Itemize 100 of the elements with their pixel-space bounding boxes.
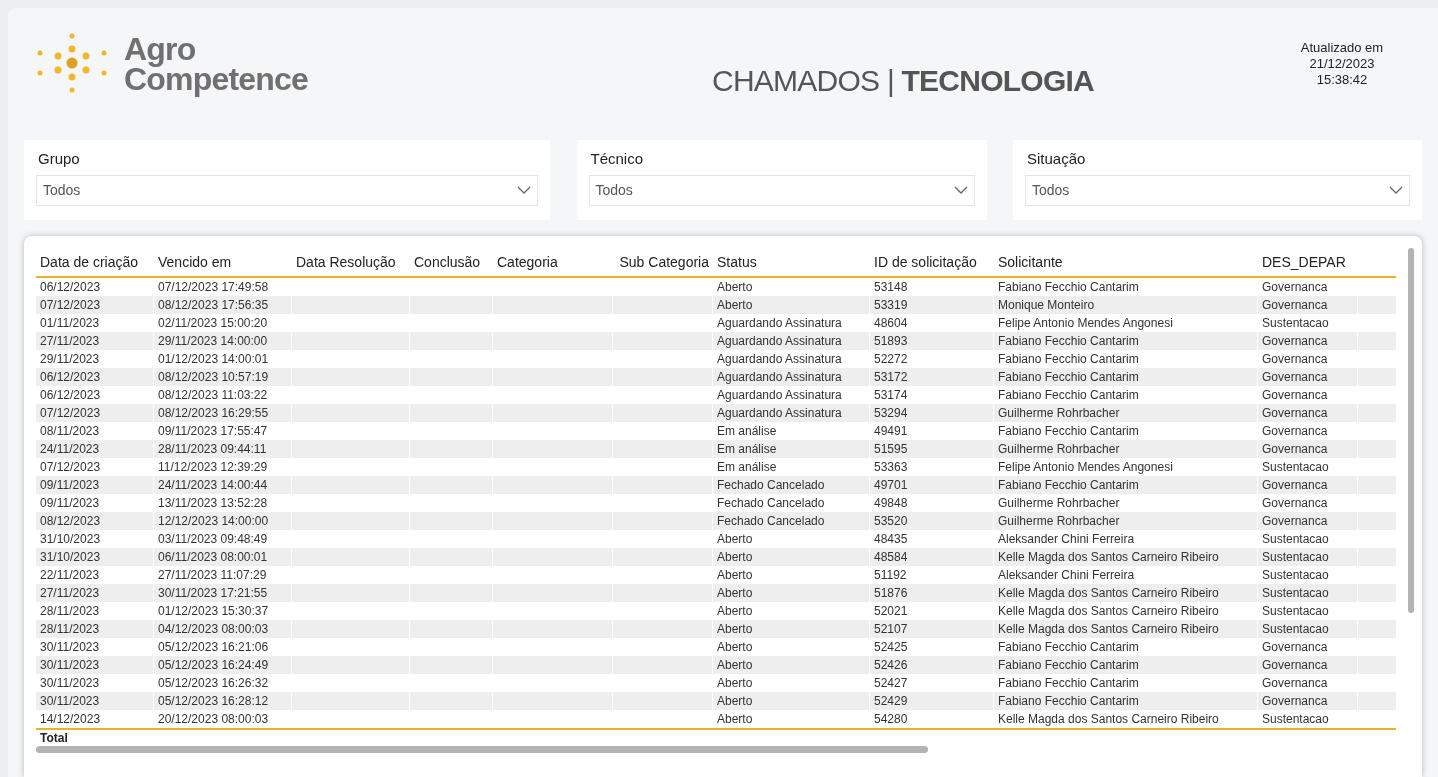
report-title: CHAMADOS | TECNOLOGIA: [711, 63, 1095, 99]
table-cell-text: Aguardando Assinatura: [717, 369, 842, 386]
table-cell-text: Aberto: [717, 657, 753, 674]
table-cell-text: 14/12/2023: [40, 711, 101, 728]
table-cell-text: 07/12/2023 17:49:58: [158, 279, 269, 296]
table-cell-text: Sustentacao: [1262, 315, 1329, 332]
table-cell-text: Fabiano Fecchio Cantarim: [998, 423, 1139, 440]
table-cell-text: 12/12/2023 14:00:00: [158, 513, 269, 530]
table-cell-text: 06/12/2023: [40, 279, 101, 296]
table-cell-text: 30/11/2023: [40, 675, 100, 692]
updated-date: 21/12/2023: [1309, 56, 1375, 72]
table-cell-text: Felipe Antonio Mendes Angonesi: [998, 459, 1173, 476]
column-header[interactable]: ID de solicitação: [870, 251, 994, 273]
table-cell-text: Sustentacao: [1262, 531, 1329, 548]
table-cell-text: 05/12/2023 16:21:06: [158, 639, 269, 656]
table-cell-text: 53294: [874, 405, 908, 422]
table-cell-text: 52429: [874, 693, 908, 710]
table-cell-text: 08/12/2023: [40, 513, 101, 530]
column-header[interactable]: Data Resolução: [292, 251, 410, 273]
table-cell-text: Fabiano Fecchio Cantarim: [998, 279, 1139, 296]
column-header[interactable]: Data de criação: [36, 251, 154, 273]
table-cell-text: Aberto: [717, 567, 753, 584]
table-cell-text: Sustentacao: [1262, 567, 1329, 584]
table-cell-text: 27/11/2023: [40, 585, 100, 602]
table-cell-text: 53148: [874, 279, 908, 296]
table-cell-text: Governanca: [1262, 333, 1328, 350]
column-header[interactable]: Vencido em: [154, 251, 292, 273]
filter-dropdown[interactable]: Todos: [588, 174, 975, 206]
table-cell-text: 48604: [874, 315, 908, 332]
table-cell-text: Sustentacao: [1262, 585, 1329, 602]
table-cell-text: 24/11/2023: [40, 441, 100, 458]
table-cell-text: 27/11/2023: [40, 333, 100, 350]
table-cell-text: 29/11/2023 14:00:00: [158, 333, 268, 350]
filter-label: Grupo: [37, 149, 81, 169]
column-header[interactable]: DES_DEPAR: [1258, 251, 1358, 273]
table-cell-text: Aguardando Assinatura: [717, 333, 842, 350]
filter-dropdown[interactable]: Todos: [36, 174, 538, 206]
table-cell-text: Fabiano Fecchio Cantarim: [998, 387, 1139, 404]
total-label: Total: [40, 730, 68, 747]
table-cell-text: 07/12/2023: [40, 459, 101, 476]
table-cell-text: Fabiano Fecchio Cantarim: [998, 693, 1139, 710]
table-cell-text: Governanca: [1262, 693, 1328, 710]
table-cell-text: 09/11/2023 17:55:47: [158, 423, 268, 440]
column-header[interactable]: Categoria: [493, 251, 613, 273]
table-cell-text: Fabiano Fecchio Cantarim: [998, 675, 1139, 692]
table-cell-text: Governanca: [1262, 369, 1328, 386]
table-cell-text: 53319: [874, 297, 908, 314]
column-header[interactable]: Sub Categoria: [613, 251, 713, 273]
table-cell-text: Felipe Antonio Mendes Angonesi: [998, 315, 1173, 332]
table-cell-text: 11/12/2023 12:39:29: [158, 459, 268, 476]
table-cell-text: 08/12/2023 10:57:19: [158, 369, 269, 386]
table-cell-text: 52426: [874, 657, 908, 674]
table-cell-text: Governanca: [1262, 279, 1328, 296]
table-cell-text: 09/11/2023: [40, 495, 100, 512]
vertical-scrollbar[interactable]: [1408, 248, 1414, 613]
table-cell-text: 49848: [874, 495, 908, 512]
table-cell-text: 01/12/2023 14:00:01: [158, 351, 269, 368]
table-cell-text: Aguardando Assinatura: [717, 351, 842, 368]
table-cell-text: Monique Monteiro: [998, 297, 1095, 314]
table-cell-text: 20/12/2023 08:00:03: [158, 711, 269, 728]
table-cell-text: 08/12/2023 16:29:55: [158, 405, 269, 422]
table-cell-text: Governanca: [1262, 657, 1328, 674]
filter-dropdown[interactable]: Todos: [1025, 174, 1410, 206]
table-cell-text: Guilherme Rohrbacher: [998, 513, 1120, 530]
table-cell-text: 52021: [874, 603, 908, 620]
table-cell-text: 31/10/2023: [40, 531, 101, 548]
column-header[interactable]: Conclusão: [410, 251, 493, 273]
table-cell-text: 51192: [874, 567, 907, 584]
table-cell-text: 01/11/2023: [40, 315, 100, 332]
table-cell-text: Governanca: [1262, 495, 1328, 512]
table-cell-text: 07/12/2023: [40, 297, 101, 314]
table-cell-text: Governanca: [1262, 387, 1328, 404]
table-cell-text: Fechado Cancelado: [717, 513, 825, 530]
table-cell-text: 28/11/2023: [40, 603, 100, 620]
chevron-down-icon: [953, 186, 968, 194]
column-header[interactable]: Solicitante: [994, 251, 1258, 273]
table-cell-text: Aberto: [717, 549, 753, 566]
table-cell-text: Kelle Magda dos Santos Carneiro Ribeiro: [998, 603, 1219, 620]
column-header[interactable]: Status: [713, 251, 870, 273]
table-cell-text: 53174: [874, 387, 908, 404]
horizontal-scrollbar[interactable]: [36, 746, 928, 753]
table-cell-text: Sustentacao: [1262, 459, 1329, 476]
table-cell-text: Governanca: [1262, 423, 1328, 440]
table-cell-text: 06/11/2023 08:00:01: [158, 549, 268, 566]
table-cell-text: Governanca: [1262, 675, 1328, 692]
table-cell-text: Aberto: [717, 297, 753, 314]
table-cell-text: Em análise: [717, 441, 777, 458]
table-cell-text: Sustentacao: [1262, 549, 1329, 566]
table-cell-text: 53520: [874, 513, 908, 530]
table-cell-text: Aleksander Chini Ferreira: [998, 531, 1135, 548]
table-cell-text: Fechado Cancelado: [717, 477, 825, 494]
table-cell-text: 01/12/2023 15:30:37: [158, 603, 269, 620]
table-cell-text: Aguardando Assinatura: [717, 405, 842, 422]
table-cell-text: 05/12/2023 16:24:49: [158, 657, 269, 674]
table-cell-text: Fabiano Fecchio Cantarim: [998, 351, 1139, 368]
table-cell-text: 31/10/2023: [40, 549, 101, 566]
table-cell-text: Governanca: [1262, 351, 1328, 368]
table-cell-text: 24/11/2023 14:00:44: [158, 477, 268, 494]
table-cell-text: 29/11/2023: [40, 351, 100, 368]
table-cell-text: 54280: [874, 711, 908, 728]
